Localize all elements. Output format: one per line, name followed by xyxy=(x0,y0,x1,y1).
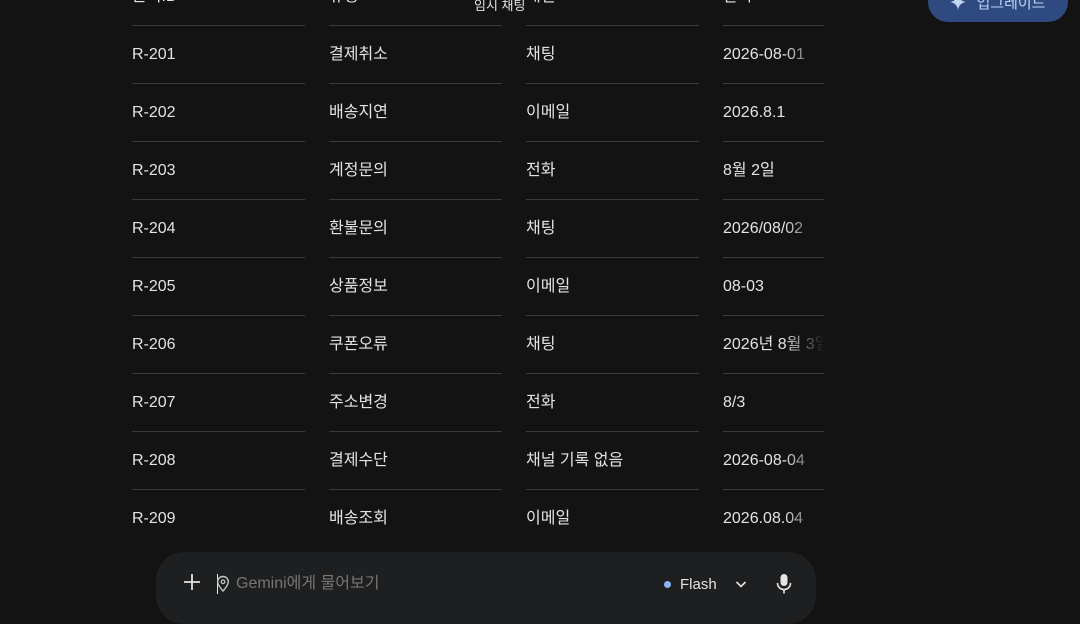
cell-channel: 전화 xyxy=(526,374,699,432)
cell-date: 8/3 xyxy=(723,374,824,432)
microphone-icon[interactable] xyxy=(774,572,794,596)
cell-channel: 채팅 xyxy=(526,26,699,84)
cell-id: R-205 xyxy=(132,258,305,316)
prompt-composer: Flash xyxy=(156,552,816,624)
cell-type: 결제취소 xyxy=(329,26,502,84)
cell-date: 2026.8.1 xyxy=(723,84,824,142)
location-pin-icon xyxy=(216,575,230,593)
upgrade-label: 업그레이드 xyxy=(976,0,1046,12)
cell-id: R-209 xyxy=(132,510,176,527)
cell-channel: 채팅 xyxy=(526,200,699,258)
cell-channel: 전화 xyxy=(526,142,699,200)
cell-type: 주소변경 xyxy=(329,374,502,432)
cell-id: R-202 xyxy=(132,84,305,142)
table-row: R-207 주소변경 전화 8/3 xyxy=(132,374,824,432)
cell-type: 결제수단 xyxy=(329,432,502,490)
cell-id: R-204 xyxy=(132,200,305,258)
cell-id: R-203 xyxy=(132,142,305,200)
sparkle-icon xyxy=(950,0,967,10)
cell-date: 08-03 xyxy=(723,258,824,316)
cell-id: R-208 xyxy=(132,432,305,490)
model-status-dot xyxy=(664,580,671,588)
model-selector[interactable]: Flash xyxy=(664,572,748,596)
cell-type: 환불문의 xyxy=(329,200,502,258)
table-row: R-203 계정문의 전화 8월 2일 xyxy=(132,142,824,200)
upgrade-button[interactable]: 업그레이드 xyxy=(928,0,1068,22)
cell-date: 2026-08-01 xyxy=(723,26,824,84)
cell-type: 쿠폰오류 xyxy=(329,316,502,374)
cell-date: 2026.08.04 xyxy=(723,490,824,547)
cell-channel: 이메일 xyxy=(526,510,571,527)
cell-channel: 채팅 xyxy=(526,316,699,374)
table-row: R-208 결제수단 채널 기록 없음 2026-08-04 xyxy=(132,432,824,490)
table-row: R-206 쿠폰오류 채팅 2026년 8월 3일 xyxy=(132,316,824,374)
plus-icon[interactable] xyxy=(180,570,204,594)
cell-date: 2026/08/02 xyxy=(723,200,824,258)
cell-channel: 이메일 xyxy=(526,84,699,142)
header-cell-channel: 채널 xyxy=(526,0,699,26)
table-row: R-209 배송조회 이메일 2026.08.04 xyxy=(132,490,824,548)
temporary-chat-tooltip: 임시 채팅 xyxy=(474,0,526,13)
cell-id: R-207 xyxy=(132,374,305,432)
cell-date: 2026년 8월 3일 xyxy=(723,316,824,374)
cell-id: R-201 xyxy=(132,26,305,84)
cell-date: 8월 2일 xyxy=(723,142,824,200)
chevron-down-icon xyxy=(735,581,746,588)
cell-type: 계정문의 xyxy=(329,142,502,200)
cell-type: 배송지연 xyxy=(329,84,502,142)
cell-date: 2026-08-04 xyxy=(723,432,824,490)
cell-id: R-206 xyxy=(132,316,305,374)
table-row: R-202 배송지연 이메일 2026.8.1 xyxy=(132,84,824,142)
cell-channel: 이메일 xyxy=(526,258,699,316)
cell-type: 배송조회 xyxy=(329,510,388,527)
response-table: 문의ID 유형 채널 날짜 R-201 결제취소 채팅 2026-08-01 R… xyxy=(132,0,824,552)
header-cell-id: 문의ID xyxy=(132,0,305,26)
cell-type: 상품정보 xyxy=(329,258,502,316)
prompt-input[interactable] xyxy=(236,574,616,594)
header-cell-date: 날짜 xyxy=(723,0,824,26)
model-label: Flash xyxy=(680,575,717,593)
cell-channel: 채널 기록 없음 xyxy=(526,432,699,490)
table-row: R-205 상품정보 이메일 08-03 xyxy=(132,258,824,316)
table-row: R-204 환불문의 채팅 2026/08/02 xyxy=(132,200,824,258)
table-row: R-201 결제취소 채팅 2026-08-01 xyxy=(132,26,824,84)
